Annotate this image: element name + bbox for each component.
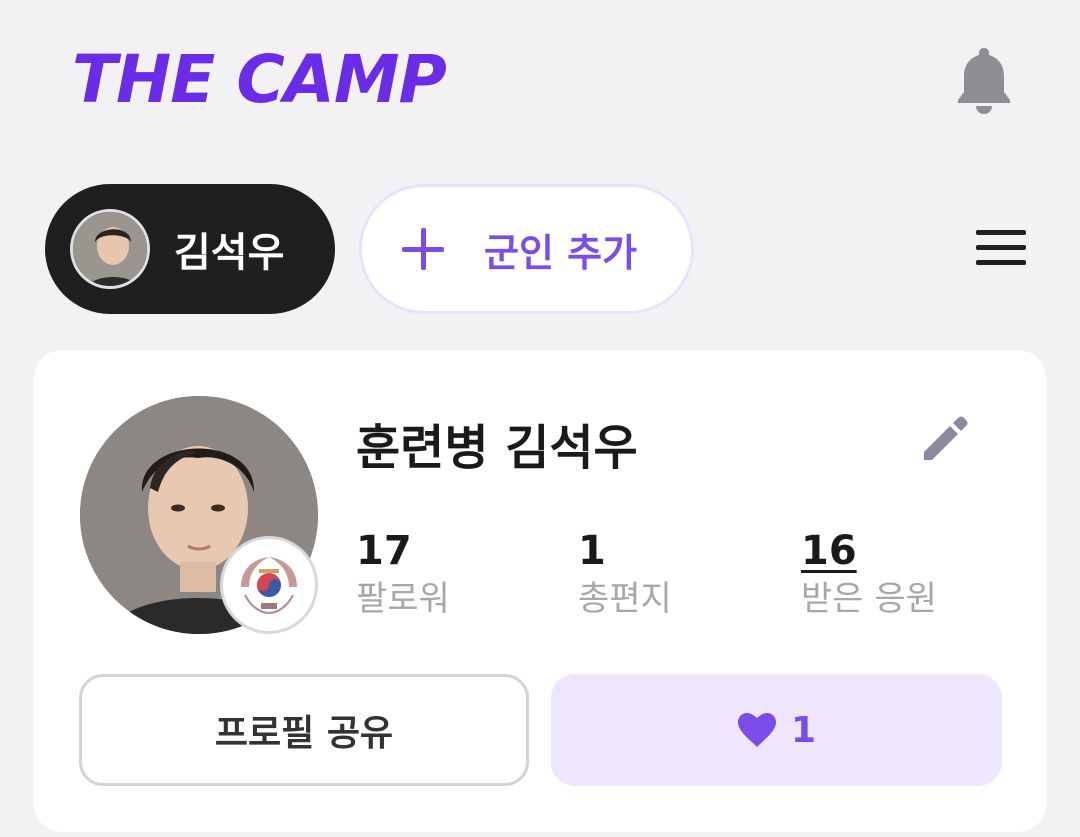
cheer-count: 1: [790, 709, 817, 751]
soldier-tab-name: 김석우: [174, 230, 285, 276]
cheer-button[interactable]: 1: [551, 674, 1002, 786]
stat-followers[interactable]: 17 팔로워: [356, 528, 450, 622]
soldier-avatar: [70, 209, 150, 289]
soldier-tab-active[interactable]: 김석우: [45, 184, 335, 314]
profile-card: 훈련병 김석우 17 팔로워 1 총편지 16 받은 응원 프로필 공유 1: [34, 350, 1046, 832]
app-screen: THE CAMP 김석우 군인 추가 훈련병 김석우 17 팔로워 1 총편지 …: [0, 0, 1080, 837]
hamburger-menu-icon[interactable]: [976, 230, 1026, 266]
add-soldier-button[interactable]: 군인 추가: [359, 184, 694, 314]
pencil-icon[interactable]: [918, 412, 972, 466]
app-logo: THE CAMP: [72, 41, 447, 118]
military-emblem-icon: [220, 536, 318, 634]
bell-icon[interactable]: [952, 44, 1016, 116]
share-profile-button[interactable]: 프로필 공유: [79, 674, 529, 786]
stat-cheers-label: 받은 응원: [801, 579, 937, 619]
stat-followers-value: 17: [356, 528, 412, 574]
heart-icon: [737, 713, 776, 747]
stat-letters: 1 총편지: [578, 528, 672, 622]
stat-followers-label: 팔로워: [356, 579, 450, 619]
stat-letters-label: 총편지: [578, 579, 672, 619]
plus-icon: [402, 228, 444, 270]
stat-letters-value: 1: [578, 528, 606, 574]
stat-cheers-value[interactable]: 16: [801, 528, 937, 574]
stat-received-cheers[interactable]: 16 받은 응원: [801, 528, 937, 622]
profile-name: 훈련병 김석우: [356, 420, 638, 476]
add-soldier-label: 군인 추가: [484, 230, 638, 275]
